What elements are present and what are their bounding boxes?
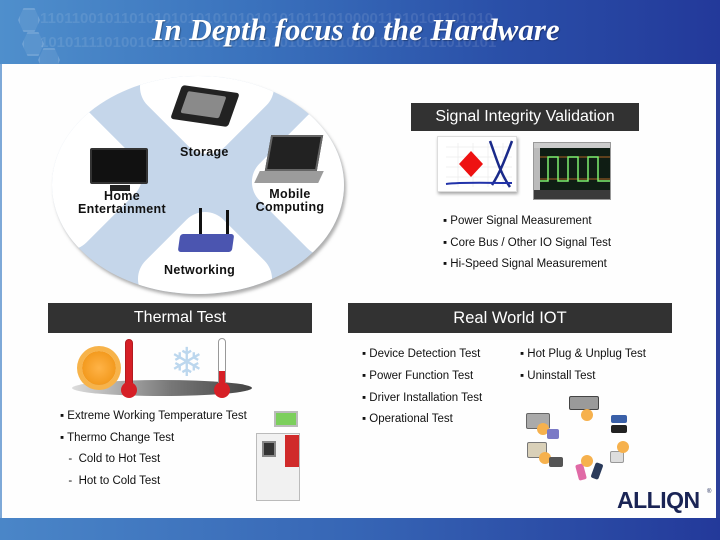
- product-category-diagram: Storage Home Entertainment Mobile Comput…: [52, 72, 344, 294]
- thermal-test-header: Thermal Test: [48, 303, 312, 333]
- cold-thermometer-icon: [218, 338, 226, 386]
- slide: 1101100101101010101010101010101011101000…: [0, 0, 720, 540]
- connection-orb: [581, 455, 593, 467]
- chamber-control-panel: [285, 435, 299, 467]
- speaker-system-icon: [569, 396, 599, 410]
- label-line: Computing: [255, 200, 325, 214]
- label-home-entertainment: Home Entertainment: [72, 190, 172, 216]
- iot-bullet: ▪ Device Detection Test: [362, 348, 481, 360]
- snowflake-icon: ❄: [170, 341, 204, 385]
- laptop-icon: [264, 135, 324, 171]
- iot-bullet: ▪ Power Function Test: [362, 370, 474, 382]
- signal-integrity-header: Signal Integrity Validation: [411, 103, 639, 131]
- set-top-box-icon: [611, 415, 627, 423]
- iot-bullet: ▪ Uninstall Test: [520, 370, 596, 382]
- title-bar: 1101100101101010101010101010101011101000…: [0, 0, 720, 64]
- thermal-sub-bullet: - Cold to Hot Test: [62, 453, 161, 465]
- camera-icon: [547, 429, 559, 439]
- hot-thermometer-icon: [125, 339, 133, 387]
- iot-bullet: ▪ Driver Installation Test: [362, 392, 483, 404]
- registered-mark: ®: [707, 489, 712, 495]
- signal-bullet: ▪ Power Signal Measurement: [443, 215, 592, 227]
- hot-thermometer-bulb: [121, 382, 137, 398]
- thermal-bullet: ▪ Thermo Change Test: [60, 432, 175, 444]
- phone-icon: [590, 462, 604, 480]
- game-console-icon: [611, 425, 627, 433]
- label-mobile-computing: Mobile Computing: [248, 188, 332, 214]
- connection-orb: [581, 409, 593, 421]
- connection-orb: [617, 441, 629, 453]
- controller-display-image: [274, 411, 298, 427]
- signal-bullet: ▪ Hi-Speed Signal Measurement: [443, 258, 607, 270]
- tv-icon: [90, 148, 148, 191]
- iot-devices-image: [525, 393, 629, 483]
- eye-diagram-image: [437, 136, 517, 192]
- label-networking: Networking: [164, 263, 236, 277]
- router-antenna: [199, 208, 202, 236]
- thermal-bullet: ▪ Extreme Working Temperature Test: [60, 410, 247, 422]
- sun-icon: [82, 351, 116, 385]
- footer-bar: [0, 518, 720, 540]
- right-border: [716, 64, 720, 518]
- label-storage: Storage: [180, 145, 229, 159]
- slide-title: In Depth focus to the Hardware: [152, 12, 560, 47]
- left-border: [0, 64, 2, 518]
- signal-bullet: ▪ Core Bus / Other IO Signal Test: [443, 237, 612, 249]
- real-world-iot-header: Real World IOT: [348, 303, 672, 333]
- router-icon: [177, 234, 235, 252]
- laptop-base: [254, 171, 324, 183]
- iot-bullet: ▪ Operational Test: [362, 413, 453, 425]
- camcorder-icon: [549, 457, 563, 467]
- label-line: Entertainment: [78, 202, 166, 216]
- cold-thermometer-bulb: [214, 382, 230, 398]
- allion-logo: ALLIQN: [617, 487, 700, 513]
- oscilloscope-image: [533, 142, 611, 200]
- chamber-window: [262, 441, 276, 457]
- thermal-sub-bullet: - Hot to Cold Test: [62, 475, 161, 487]
- iot-bullet: ▪ Hot Plug & Unplug Test: [520, 348, 646, 360]
